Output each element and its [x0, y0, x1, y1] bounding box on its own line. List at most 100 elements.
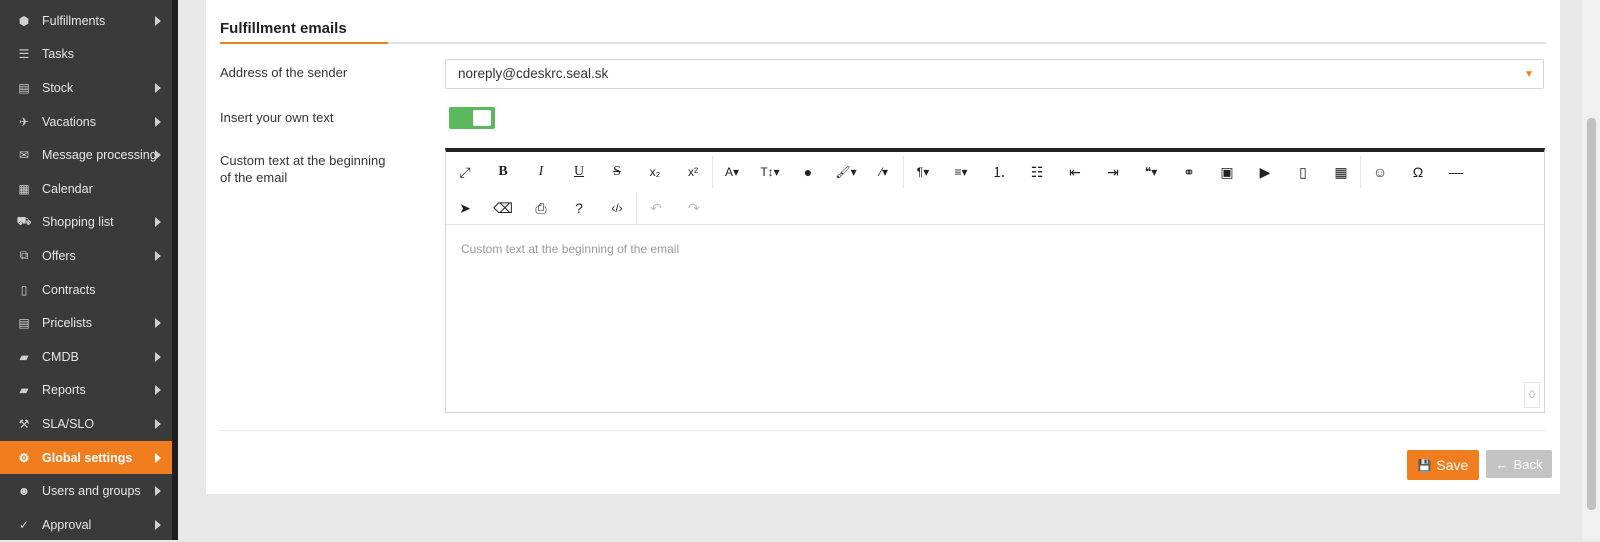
file-icon[interactable]: ▯	[1284, 156, 1322, 188]
paragraph-icon[interactable]: ¶▾	[904, 156, 942, 188]
sidebar-item-label: Message processing	[42, 148, 157, 163]
text-color-icon[interactable]: ●	[789, 156, 827, 188]
sidebar-item-label: Global settings	[42, 450, 133, 465]
approval-icon: ✓	[18, 517, 30, 532]
sidebar: ⬢ Fulfillments ☰ Tasks ▤ Stock ✈ Vacations ✉ Mess…	[0, 0, 178, 540]
sidebar-item-label: Reports	[42, 383, 86, 398]
editor-toolbar-row-1: ⤢ B I U Sx₂ x² A▾ T↕▾ ● 🖌▾ ⁄▾ ¶▾ ≡▾ ⒈ ☷ ⇤ ⇥ ❝▾ ⚭ ▣ ▶ ▯ ▦ ☺ Ω —	[446, 154, 1475, 190]
underline-icon[interactable]: U	[560, 156, 598, 188]
image-icon[interactable]: ▣	[1208, 156, 1246, 188]
ordered-list-icon[interactable]: ⒈	[980, 156, 1018, 188]
sidebar-item-message-processing[interactable]: ✉ Message processing	[0, 138, 172, 172]
calendar-icon: ▦	[18, 181, 30, 196]
gift-icon: ⧉	[19, 248, 29, 263]
sidebar-item-pricelists[interactable]: ▤ Pricelists	[0, 306, 172, 340]
folder-open-icon: ▰	[19, 383, 29, 398]
video-icon[interactable]: ▶	[1246, 156, 1284, 188]
toggle-knob	[473, 110, 491, 126]
select-all-icon[interactable]: ➤	[446, 192, 484, 224]
caret-right-icon	[155, 418, 161, 429]
help-icon[interactable]: ?	[560, 192, 598, 224]
sender-select[interactable]: noreply@cdeskrc.seal.sk ▼	[445, 59, 1544, 89]
special-char-icon[interactable]: Ω	[1399, 156, 1437, 188]
own-text-toggle[interactable]	[449, 107, 495, 129]
sidebar-item-label: CMDB	[42, 349, 79, 364]
font-size-icon[interactable]: T↕▾	[751, 156, 789, 188]
arrow-left-icon: ←	[1495, 456, 1509, 472]
sidebar-item-approval[interactable]: ✓ Approval	[0, 508, 172, 542]
sidebar-item-shopping-list[interactable]: ⛟ Shopping list	[0, 206, 172, 240]
horizontal-line-icon[interactable]: —	[1437, 156, 1475, 188]
cube-icon: ⬢	[18, 13, 30, 28]
magic-wand-icon[interactable]: ⁄▾	[865, 156, 903, 188]
caret-right-icon	[155, 351, 161, 362]
cart-icon: ⛟	[16, 214, 32, 229]
caret-right-icon	[155, 250, 161, 261]
sidebar-item-vacations[interactable]: ✈ Vacations	[0, 105, 172, 139]
char-counter: 0	[1524, 382, 1540, 408]
editor-content-area[interactable]: Custom text at the beginning of the emai…	[446, 224, 1544, 412]
rich-text-editor: ⤢ B I U Sx₂ x² A▾ T↕▾ ● 🖌▾ ⁄▾ ¶▾ ≡▾ ⒈ ☷ ⇤ ⇥ ❝▾ ⚭ ▣ ▶ ▯ ▦ ☺ Ω — ➤ ⌫…	[445, 148, 1545, 413]
code-view-icon[interactable]: ‹/›	[598, 192, 636, 224]
envelope-icon: ✉	[18, 148, 30, 163]
paint-brush-icon[interactable]: 🖌▾	[827, 156, 865, 188]
clear-format-icon[interactable]: ⌫	[484, 192, 522, 224]
undo-icon[interactable]: ↶	[637, 192, 675, 224]
subscript-icon[interactable]: x₂	[636, 156, 674, 188]
custom-text-label-line2: of the email	[220, 170, 288, 185]
editor-placeholder: Custom text at the beginning of the emai…	[461, 242, 680, 256]
strikethrough-icon[interactable]: S	[598, 156, 636, 188]
sidebar-item-fulfillments[interactable]: ⬢ Fulfillments	[0, 4, 172, 38]
save-button[interactable]: 💾 Save	[1407, 450, 1479, 480]
caret-right-icon	[155, 150, 161, 161]
sender-select-value: noreply@cdeskrc.seal.sk	[458, 66, 609, 81]
sidebar-item-label: Calendar	[42, 181, 93, 196]
section-title-underline	[220, 42, 1546, 44]
caret-right-icon	[155, 116, 161, 127]
font-family-icon[interactable]: A▾	[713, 156, 751, 188]
sidebar-item-stock[interactable]: ▤ Stock	[0, 71, 172, 105]
sidebar-item-label: Users and groups	[42, 484, 141, 499]
link-icon[interactable]: ⚭	[1170, 156, 1208, 188]
sidebar-item-calendar[interactable]: ▦ Calendar	[0, 172, 172, 206]
sidebar-item-users-and-groups[interactable]: ☻ Users and groups	[0, 474, 172, 508]
unordered-list-icon[interactable]: ☷	[1018, 156, 1056, 188]
gavel-icon: ⚒	[18, 416, 30, 431]
floppy-disk-icon: 💾	[1417, 459, 1432, 472]
back-button[interactable]: ← Back	[1486, 450, 1552, 478]
outdent-icon[interactable]: ⇤	[1056, 156, 1094, 188]
sidebar-item-label: Contracts	[42, 282, 96, 297]
sidebar-item-offers[interactable]: ⧉ Offers	[0, 239, 172, 273]
sidebar-item-label: Offers	[42, 248, 76, 263]
quote-icon[interactable]: ❝▾	[1132, 156, 1170, 188]
sidebar-item-label: Shopping list	[42, 215, 114, 230]
caret-right-icon	[155, 486, 161, 497]
caret-right-icon	[155, 15, 161, 26]
indent-icon[interactable]: ⇥	[1094, 156, 1132, 188]
plane-icon: ✈	[18, 114, 30, 129]
sidebar-item-global-settings[interactable]: ⚙ Global settings	[0, 440, 172, 475]
sidebar-item-sla-slo[interactable]: ⚒ SLA/SLO	[0, 407, 172, 441]
sidebar-item-tasks[interactable]: ☰ Tasks	[0, 38, 172, 72]
bold-icon[interactable]: B	[484, 156, 522, 188]
align-icon[interactable]: ≡▾	[942, 156, 980, 188]
section-title-accent	[220, 42, 388, 44]
sender-label: Address of the sender	[220, 65, 348, 80]
sidebar-item-contracts[interactable]: ▯ Contracts	[0, 273, 172, 307]
file-text-icon: ▯	[20, 282, 28, 297]
caret-right-icon	[155, 385, 161, 396]
sidebar-item-cmdb[interactable]: ▰ CMDB	[0, 340, 172, 374]
table-icon[interactable]: ▦	[1322, 156, 1360, 188]
page-scrollbar[interactable]	[1582, 0, 1600, 540]
archive-icon: ▤	[18, 80, 30, 95]
form-divider	[220, 430, 1546, 431]
superscript-icon[interactable]: x²	[674, 156, 712, 188]
redo-icon[interactable]: ↷	[675, 192, 713, 224]
scrollbar-thumb[interactable]	[1587, 118, 1596, 510]
emoticon-icon[interactable]: ☺	[1361, 156, 1399, 188]
print-icon[interactable]: ⎙	[522, 192, 560, 224]
italic-icon[interactable]: I	[522, 156, 560, 188]
fullscreen-icon[interactable]: ⤢	[446, 156, 484, 188]
sidebar-item-reports[interactable]: ▰ Reports	[0, 374, 172, 408]
sidebar-item-label: Stock	[42, 80, 74, 95]
